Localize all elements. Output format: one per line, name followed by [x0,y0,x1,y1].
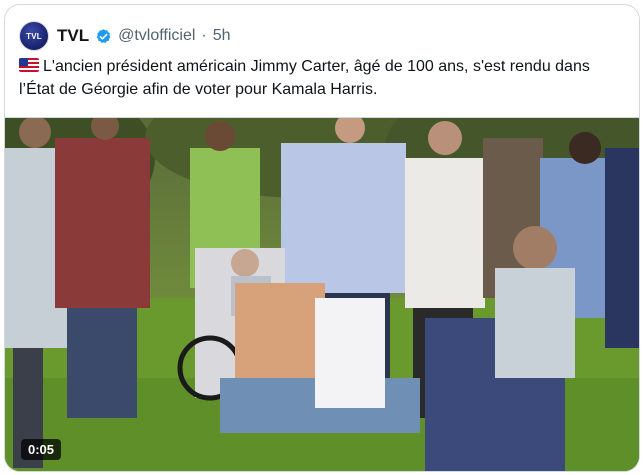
tweet-header: TVL TVL @tvlofficiel · 5h [19,19,625,53]
avatar[interactable]: TVL [19,21,49,51]
separator-dot: · [201,27,207,44]
post-timestamp[interactable]: 5h [213,27,231,45]
video-duration-badge: 0:05 [21,439,62,460]
tweet-text-content: L'ancien président américain Jimmy Carte… [19,58,590,98]
verified-badge-icon [96,28,111,43]
author-name[interactable]: TVL [57,26,89,46]
tweet-card[interactable]: TVL TVL @tvlofficiel · 5h L'ancien prési… [4,4,640,472]
video-frame [5,118,639,471]
video-player[interactable] [5,117,639,471]
author-handle[interactable]: @tvlofficiel [118,27,195,45]
us-flag-icon [19,58,39,72]
avatar-label: TVL [26,31,42,41]
tweet-text: L'ancien président américain Jimmy Carte… [19,55,619,101]
